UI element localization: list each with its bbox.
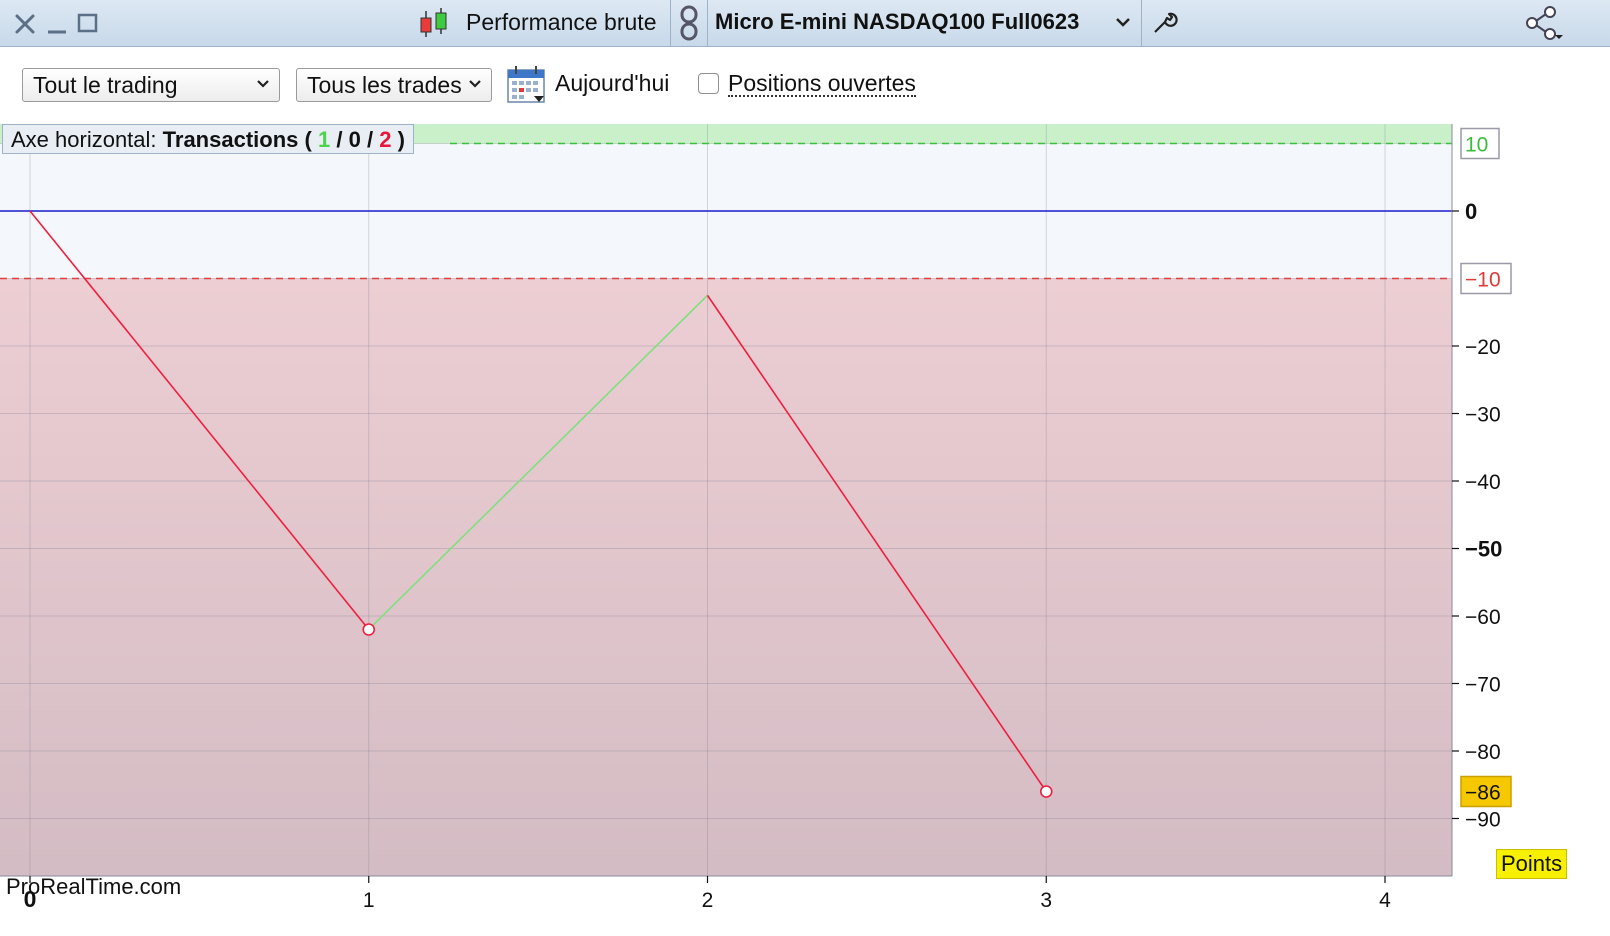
window-title: Performance brute	[466, 9, 657, 35]
axis-prefix: Axe horizontal:	[11, 127, 157, 152]
horizontal-axis-label[interactable]: Axe horizontal: Transactions ( 1 / 0 / 2…	[2, 124, 414, 154]
chevron-down-icon	[469, 80, 481, 88]
date-label[interactable]: Aujourd'hui	[555, 70, 669, 97]
y-tick-label: −90	[1465, 809, 1501, 832]
x-tick-label: 2	[702, 889, 714, 912]
loss-zone	[0, 278, 1452, 876]
trading-filter-value: Tout le trading	[33, 72, 178, 98]
trade-marker	[362, 623, 376, 636]
wins-count: 1	[317, 127, 331, 152]
filter-toolbar: Tout le trading Tous les trades Aujourd'…	[0, 47, 1610, 122]
y-tick-label: −10	[1465, 269, 1501, 292]
trade-marker	[1039, 785, 1053, 798]
trades-filter-select[interactable]: Tous les trades	[296, 68, 492, 102]
titlebar-separator	[670, 0, 671, 46]
candlestick-icon	[420, 8, 447, 37]
losses-count: 2	[379, 127, 392, 152]
y-tick-label: −20	[1465, 336, 1501, 359]
minimize-icon[interactable]	[46, 13, 68, 35]
chevron-down-icon	[257, 80, 269, 88]
x-tick-label: 4	[1379, 889, 1391, 912]
y-tick-label: 0	[1465, 199, 1477, 224]
y-tick-label: −70	[1465, 674, 1501, 697]
axis-mode: Transactions	[162, 127, 299, 152]
instrument-selector[interactable]: Micro E-mini NASDAQ100 Full0623	[715, 9, 1079, 35]
maximize-icon[interactable]	[77, 12, 99, 34]
x-tick-label: 1	[363, 889, 375, 912]
y-tick-label: −50	[1465, 537, 1502, 562]
neutral-count: 0	[348, 127, 361, 152]
y-tick-label: −40	[1465, 471, 1501, 494]
y-tick-label: 10	[1465, 134, 1488, 157]
calendar-icon[interactable]	[506, 65, 548, 105]
y-tick-label: −60	[1465, 606, 1501, 629]
chevron-down-icon[interactable]	[1115, 14, 1131, 30]
y-tick-label: −80	[1465, 741, 1501, 764]
performance-chart[interactable]: 100−10−20−30−40−50−60−70−80−86−90 01234	[0, 122, 1610, 936]
open-positions-checkbox[interactable]	[698, 73, 719, 94]
link-icon[interactable]	[678, 5, 700, 41]
close-icon[interactable]	[14, 13, 36, 35]
unit-label: Points	[1496, 849, 1568, 879]
close-paren: )	[397, 127, 405, 152]
x-tick-label: 3	[1040, 889, 1052, 912]
window-titlebar: Performance brute Micro E-mini NASDAQ100…	[0, 0, 1610, 47]
sep-2: /	[366, 127, 374, 152]
trades-filter-value: Tous les trades	[307, 72, 462, 98]
share-icon[interactable]	[1524, 5, 1564, 41]
wrench-icon[interactable]	[1150, 9, 1178, 37]
open-positions-label[interactable]: Positions ouvertes	[728, 71, 916, 97]
sep-1: /	[336, 127, 343, 152]
brand-watermark: ProRealTime.com	[6, 874, 182, 899]
trading-filter-select[interactable]: Tout le trading	[22, 68, 280, 102]
y-tick-label: −86	[1465, 782, 1501, 805]
titlebar-separator	[1141, 0, 1142, 46]
titlebar-separator	[707, 0, 708, 46]
open-paren: (	[304, 127, 312, 152]
y-tick-label: −30	[1465, 404, 1501, 427]
